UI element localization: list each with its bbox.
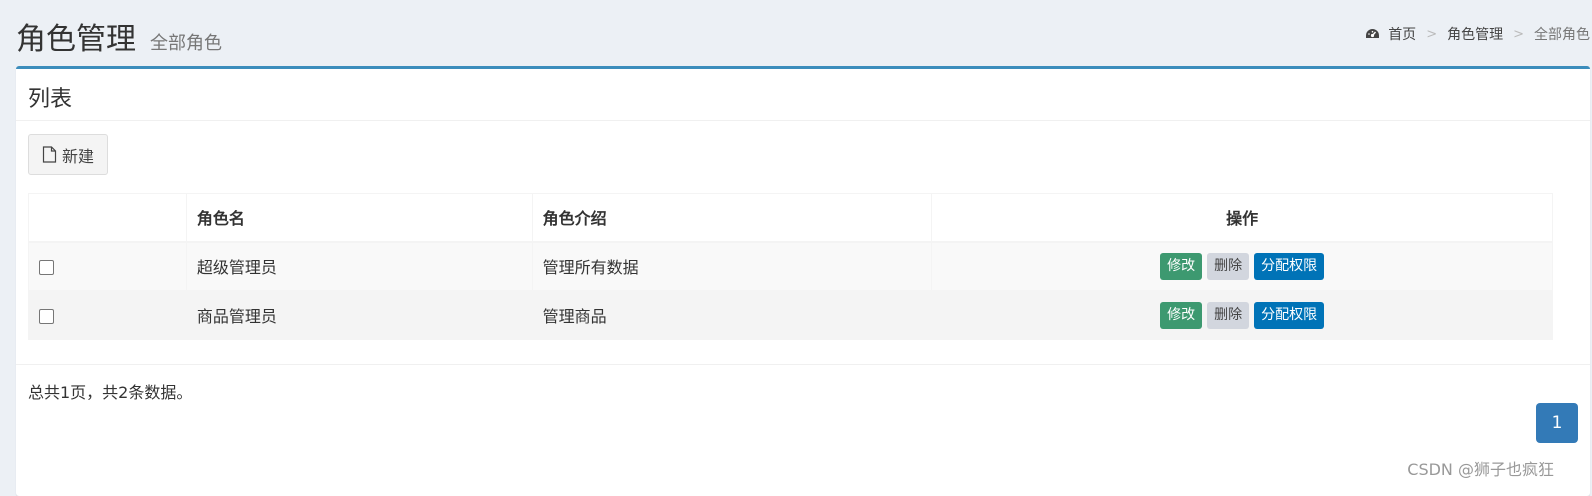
role-description-cell: 管理商品 xyxy=(531,290,933,340)
row-select-cell xyxy=(28,241,187,291)
dashboard-icon xyxy=(1366,29,1380,38)
panel-title: 列表 xyxy=(28,87,73,112)
breadcrumb-separator: > xyxy=(1426,26,1438,42)
watermark: CSDN @狮子也疯狂 xyxy=(1407,460,1554,479)
panel-header: 列表 xyxy=(16,69,1590,121)
delete-button[interactable]: 删除 xyxy=(1207,301,1250,329)
breadcrumb-item-role-management[interactable]: 角色管理 xyxy=(1447,24,1503,44)
role-name-cell: 商品管理员 xyxy=(185,290,533,340)
breadcrumb-separator: > xyxy=(1513,26,1524,42)
row-checkbox[interactable] xyxy=(39,259,54,275)
roles-table: 角色名 角色介绍 操作 超级管理员 管理所有数据 修改 删除 分配权限 商品管理… xyxy=(28,193,1553,340)
column-header-role-description: 角色介绍 xyxy=(531,193,933,243)
action-group: 修改 删除 分配权限 xyxy=(1160,252,1325,280)
column-header-role-name: 角色名 xyxy=(185,193,533,243)
content-header: 角色管理 全部角色 首页 > 角色管理 > 全部角色 xyxy=(0,0,1592,66)
assign-permission-button[interactable]: 分配权限 xyxy=(1254,252,1325,280)
assign-permission-button[interactable]: 分配权限 xyxy=(1254,301,1325,329)
row-select-cell xyxy=(28,290,187,340)
row-checkbox[interactable] xyxy=(39,308,54,324)
list-panel: 列表 新建 角色名 角色介绍 操作 超级管理员 管理所有数据 修改 删除 分配权… xyxy=(16,66,1590,496)
panel-body: 新建 角色名 角色介绍 操作 超级管理员 管理所有数据 修改 删除 分配权限 商… xyxy=(16,121,1590,340)
column-header-actions: 操作 xyxy=(931,193,1553,243)
page-button-1[interactable]: 1 xyxy=(1536,403,1578,443)
column-header-select xyxy=(28,193,187,243)
breadcrumb: 首页 > 角色管理 > 全部角色 xyxy=(1365,24,1590,44)
edit-button[interactable]: 修改 xyxy=(1160,252,1203,280)
new-button[interactable]: 新建 xyxy=(28,134,109,175)
table-header-row: 角色名 角色介绍 操作 xyxy=(28,193,1553,243)
edit-button[interactable]: 修改 xyxy=(1160,301,1203,329)
actions-cell: 修改 删除 分配权限 xyxy=(931,290,1553,340)
breadcrumb-home-label: 首页 xyxy=(1388,27,1417,43)
page-title: 角色管理 全部角色 xyxy=(16,14,1576,58)
new-button-label: 新建 xyxy=(62,146,95,166)
panel-footer: 总共1页，共2条数据。 1 xyxy=(16,364,1590,443)
table-row: 商品管理员 管理商品 修改 删除 分配权限 xyxy=(28,290,1553,340)
breadcrumb-home[interactable]: 首页 xyxy=(1365,24,1416,44)
pagination-summary: 总共1页，共2条数据。 xyxy=(28,383,193,402)
page-heading: 角色管理 xyxy=(16,22,136,57)
breadcrumb-item-all-roles: 全部角色 xyxy=(1534,27,1590,43)
role-name-cell: 超级管理员 xyxy=(185,241,533,291)
delete-button[interactable]: 删除 xyxy=(1207,252,1250,280)
actions-cell: 修改 删除 分配权限 xyxy=(931,241,1553,291)
action-group: 修改 删除 分配权限 xyxy=(1160,301,1325,329)
file-icon xyxy=(42,146,57,163)
page-subtitle: 全部角色 xyxy=(150,33,222,54)
role-description-cell: 管理所有数据 xyxy=(531,241,933,291)
table-row: 超级管理员 管理所有数据 修改 删除 分配权限 xyxy=(28,241,1553,291)
